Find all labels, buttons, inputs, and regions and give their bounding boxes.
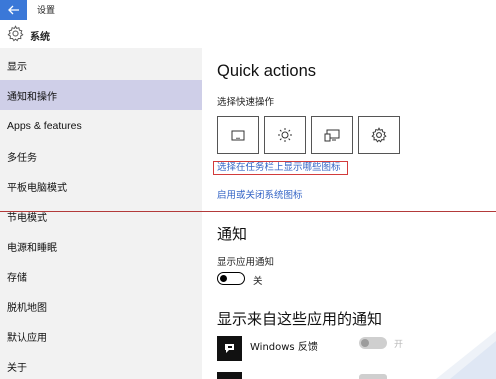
sidebar-item-offline-maps[interactable]: 脱机地图 xyxy=(0,291,202,321)
sidebar-item-apps-features[interactable]: Apps & features xyxy=(0,111,202,141)
windows-feedback-toggle-state: 开 xyxy=(394,340,404,350)
quick-action-tablet-mode[interactable] xyxy=(217,116,259,154)
sidebar-item-storage[interactable]: 存储 xyxy=(0,261,202,291)
sidebar-item-about[interactable]: 关于 xyxy=(0,351,202,379)
title-bar: 设置 xyxy=(0,0,496,20)
windows-feedback-toggle[interactable] xyxy=(359,337,387,349)
quick-action-connect[interactable] xyxy=(311,116,353,154)
sidebar-item-label: 关于 xyxy=(7,362,27,374)
taskbar-icons-link[interactable]: 选择在任务栏上显示哪些图标 xyxy=(213,161,348,175)
sidebar-item-label: 平板电脑模式 xyxy=(7,182,67,194)
sidebar-item-label: 显示 xyxy=(7,61,27,73)
back-arrow-icon xyxy=(7,5,19,15)
app-name-windows-feedback: Windows 反馈 xyxy=(250,342,318,353)
sidebar-item-label: 通知和操作 xyxy=(7,91,57,103)
sidebar-item-power-sleep[interactable]: 电源和睡眠 xyxy=(0,231,202,261)
toggle-knob xyxy=(361,339,369,347)
brightness-icon xyxy=(278,128,292,142)
main-content: Quick actions 选择快速操作 选择在任务栏上显示哪些图标 启用或关闭… xyxy=(202,48,496,379)
connect-display-icon xyxy=(324,129,340,141)
back-button[interactable] xyxy=(0,0,27,20)
app-icon xyxy=(217,372,242,379)
app-notifications-label: 显示应用通知 xyxy=(217,257,275,268)
settings-gear-icon xyxy=(371,127,387,143)
from-apps-title: 显示来自这些应用的通知 xyxy=(217,310,383,328)
sidebar-item-default-apps[interactable]: 默认应用 xyxy=(0,321,202,351)
quick-action-brightness[interactable] xyxy=(264,116,306,154)
feedback-app-icon xyxy=(217,336,242,361)
sidebar-item-label: 多任务 xyxy=(7,152,37,164)
sidebar-item-label: 默认应用 xyxy=(7,332,47,344)
sidebar-item-tablet-mode[interactable]: 平板电脑模式 xyxy=(0,171,202,201)
sidebar-item-label: 电源和睡眠 xyxy=(7,242,57,254)
sidebar-header[interactable]: 系统 xyxy=(0,20,202,48)
notifications-title: 通知 xyxy=(217,225,248,243)
app-toggle[interactable] xyxy=(359,374,387,379)
quick-action-settings[interactable] xyxy=(358,116,400,154)
quick-actions-subtitle: 选择快速操作 xyxy=(217,97,275,108)
sidebar-item-label: 存储 xyxy=(7,272,27,284)
gear-icon xyxy=(7,25,24,42)
sidebar: 系统 显示 通知和操作 Apps & features 多任务 平板电脑模式 节… xyxy=(0,20,202,379)
corner-watermark xyxy=(436,331,496,379)
app-notifications-toggle-state: 关 xyxy=(253,276,263,287)
sidebar-header-label: 系统 xyxy=(30,32,50,43)
sidebar-item-display[interactable]: 显示 xyxy=(0,50,202,80)
sidebar-item-label: Apps & features xyxy=(7,120,82,132)
app-notifications-toggle[interactable] xyxy=(217,272,245,285)
quick-actions-title: Quick actions xyxy=(217,62,317,80)
red-separator-line xyxy=(0,211,496,212)
tablet-mode-icon xyxy=(231,130,245,140)
toggle-knob xyxy=(220,274,227,282)
sidebar-item-notifications-actions[interactable]: 通知和操作 xyxy=(0,80,202,110)
sidebar-item-multitasking[interactable]: 多任务 xyxy=(0,141,202,171)
system-icons-link[interactable]: 启用或关闭系统图标 xyxy=(217,187,303,201)
sidebar-item-label: 脱机地图 xyxy=(7,302,47,314)
sidebar-item-battery-saver[interactable]: 节电模式 xyxy=(0,201,202,231)
window-title: 设置 xyxy=(37,6,56,16)
